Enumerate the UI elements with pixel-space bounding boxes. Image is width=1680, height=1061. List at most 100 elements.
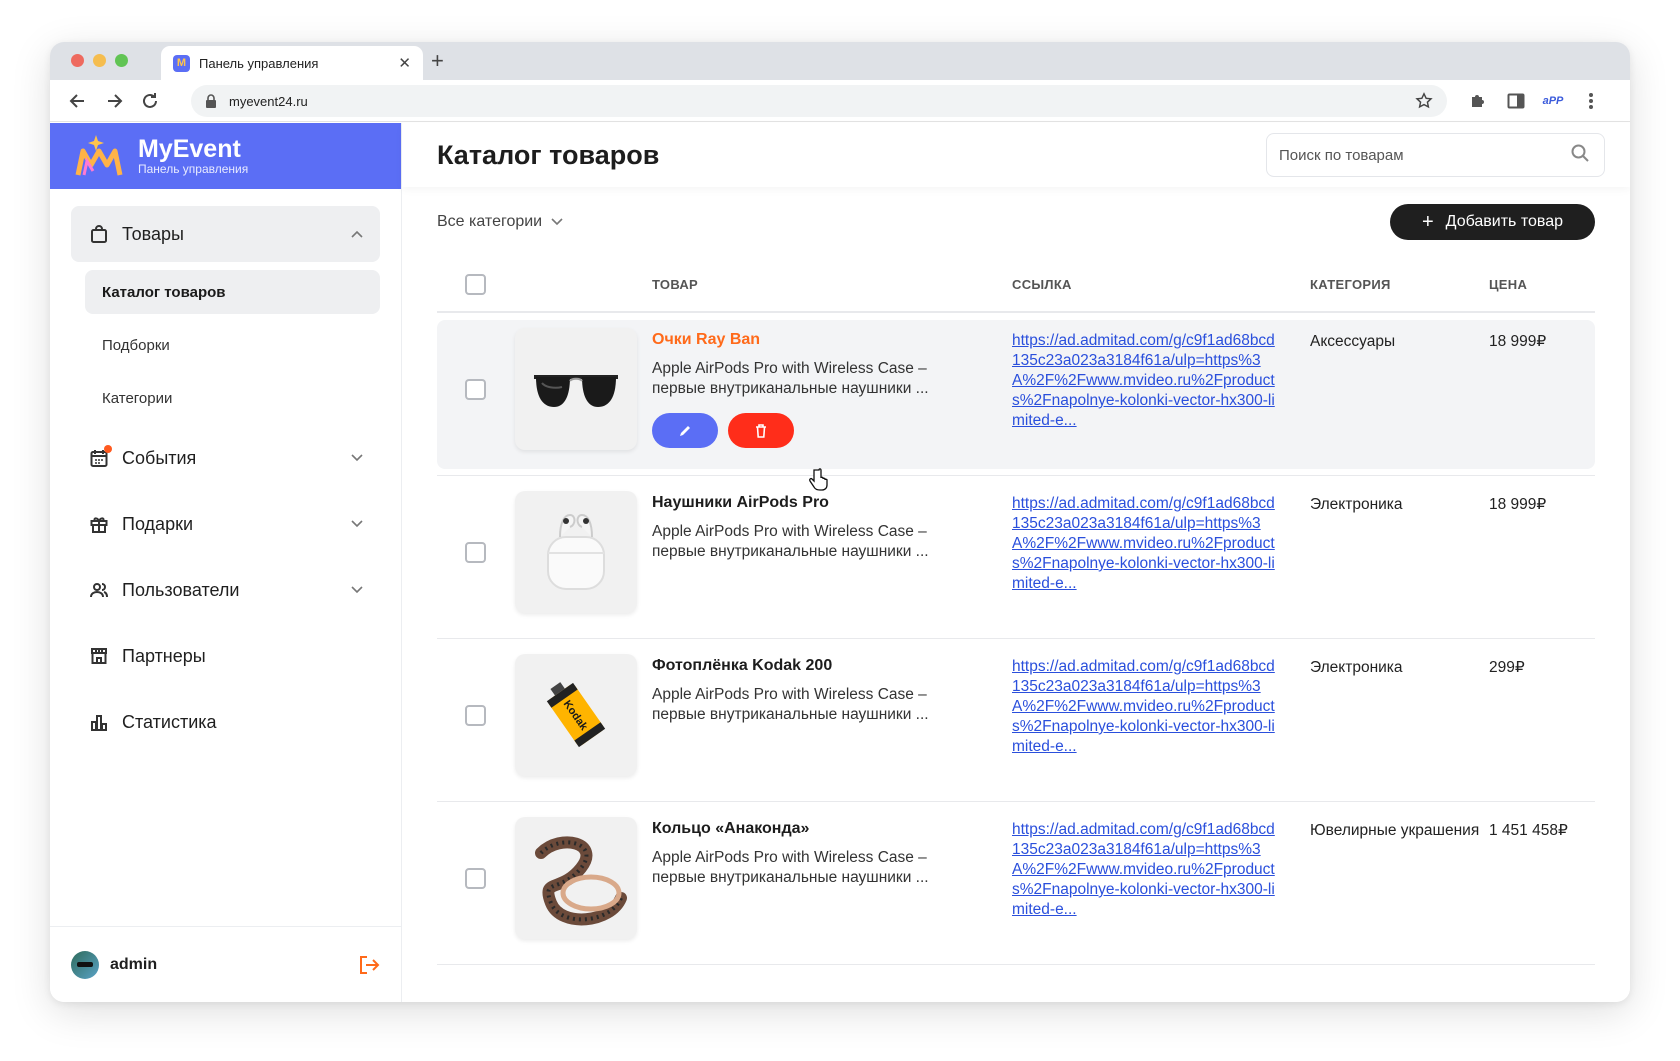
tab-close-icon[interactable]: ✕ [398,54,411,72]
delete-button[interactable] [728,413,794,448]
row-checkbox[interactable] [465,541,486,563]
url-text: myevent24.ru [229,93,308,109]
product-description: Apple AirPods Pro with Wireless Case – п… [652,523,929,560]
edit-button[interactable] [652,413,718,448]
row-actions [652,413,1012,448]
product-name[interactable]: Кольцо «Анаконда» [652,820,1012,838]
sidebar-subitem-categories[interactable]: Категории [85,376,380,420]
search-box[interactable] [1266,133,1605,177]
sidebar-item-events[interactable]: События [71,430,380,486]
product-link[interactable]: https://ad.admitad.com/g/c9f1ad68bcd135c… [1012,331,1282,431]
products-submenu: Каталог товаров Подборки Категории [85,270,380,420]
sidebar-item-users[interactable]: Пользователи [71,562,380,618]
chevron-down-icon[interactable] [350,451,364,465]
users-icon [88,579,110,601]
sidebar-menu: Товары Каталог товаров Подборки Категори… [50,189,401,750]
sidebar-item-gifts[interactable]: Подарки [71,496,380,552]
bookmark-star-icon[interactable] [1415,92,1433,110]
address-bar[interactable]: myevent24.ru [191,85,1447,117]
arrow-right-icon [108,94,123,108]
product-price: 1 451 458₽ [1489,822,1568,839]
gift-icon [88,513,110,535]
product-image-airpods [515,491,637,613]
select-all-checkbox[interactable] [465,273,486,295]
sidebar-subitem-collections[interactable]: Подборки [85,323,380,367]
product-image-kodak-film: Kodak [515,654,637,776]
sidebar-subitem-catalog[interactable]: Каталог товаров [85,270,380,314]
logout-icon[interactable] [358,954,380,976]
hand-cursor-icon [809,468,828,491]
myevent-logo [74,133,124,179]
table-row[interactable]: Kodak Фотоплёнка Kodak 200 Apple AirPods… [437,639,1595,802]
browser-menu-icon[interactable] [1580,90,1602,112]
product-link[interactable]: https://ad.admitad.com/g/c9f1ad68bcd135c… [1012,820,1282,920]
column-header-product[interactable]: ТОВАР [652,277,1012,292]
column-header-price[interactable]: ЦЕНА [1489,277,1595,292]
back-button[interactable] [66,89,90,113]
product-category: Электроника [1310,496,1403,513]
reload-button[interactable] [138,89,162,113]
brand-header[interactable]: MyEvent Панель управления [50,123,401,189]
brand-name: MyEvent [138,135,241,163]
row-checkbox[interactable] [465,378,486,400]
column-header-category[interactable]: КАТЕГОРИЯ [1310,277,1489,292]
search-icon[interactable] [1570,143,1590,168]
chevron-down-icon[interactable] [350,517,364,531]
extensions-puzzle-icon[interactable] [1467,90,1489,112]
search-input[interactable] [1279,146,1570,164]
chevron-down-icon[interactable] [350,583,364,597]
product-price: 299₽ [1489,659,1525,676]
minimize-window-button[interactable] [93,54,106,67]
product-category: Ювелирные украшения [1310,822,1480,839]
user-name: admin [110,955,158,973]
side-panel-icon[interactable] [1505,90,1527,112]
shopping-bag-icon [88,223,110,245]
sidebar: MyEvent Панель управления Товары Каталог… [50,123,402,1002]
product-category: Аксессуары [1310,333,1396,350]
maximize-window-button[interactable] [115,54,128,67]
browser-window: M Панель управления ✕ + myevent24.ru aPP… [50,42,1630,1002]
product-name[interactable]: Фотоплёнка Kodak 200 [652,657,1012,675]
product-link[interactable]: https://ad.admitad.com/g/c9f1ad68bcd135c… [1012,657,1282,757]
lock-icon [205,94,219,108]
plus-icon: + [1421,211,1434,233]
table-row[interactable]: Наушники AirPods Pro Apple AirPods Pro w… [437,476,1595,639]
product-category: Электроника [1310,659,1403,676]
main-content: Каталог товаров Все категории + Добавить… [402,123,1630,1002]
browser-tab[interactable]: M Панель управления ✕ [161,46,423,80]
category-filter-dropdown[interactable]: Все категории [437,213,1390,231]
product-description: Apple AirPods Pro with Wireless Case – п… [652,686,929,723]
row-checkbox[interactable] [465,867,486,889]
close-window-button[interactable] [71,54,84,67]
sidebar-item-label: Подарки [122,513,194,534]
product-image-sunglasses [515,328,637,450]
table-row[interactable]: Кольцо «Анаконда» Apple AirPods Pro with… [437,802,1595,965]
sidebar-footer: admin [50,926,401,1002]
avatar[interactable] [71,950,99,979]
product-price: 18 999₽ [1489,496,1547,513]
chart-icon [88,711,110,733]
product-name[interactable]: Очки Ray Ban [652,331,1012,349]
add-product-label: Добавить товар [1445,213,1563,230]
row-checkbox[interactable] [465,704,486,726]
sidebar-item-products[interactable]: Товары [71,206,380,262]
chevron-up-icon[interactable] [350,227,364,241]
sidebar-item-partners[interactable]: Партнеры [71,628,380,684]
column-header-link[interactable]: ССЫЛКА [1012,277,1310,292]
product-description: Apple AirPods Pro with Wireless Case – п… [652,360,929,397]
reload-icon [143,93,157,108]
sidebar-item-statistics[interactable]: Статистика [71,694,380,750]
favicon-icon: M [173,54,190,72]
sidebar-item-label: Партнеры [122,645,206,666]
store-icon [88,645,110,667]
table-row[interactable]: Очки Ray Ban Apple AirPods Pro with Wire… [437,313,1595,476]
product-name[interactable]: Наушники AirPods Pro [652,494,1012,512]
sidebar-item-label: Пользователи [122,579,240,600]
new-tab-button[interactable]: + [431,48,444,74]
add-product-button[interactable]: + Добавить товар [1389,204,1595,240]
trash-icon [756,423,766,438]
product-link[interactable]: https://ad.admitad.com/g/c9f1ad68bcd135c… [1012,494,1282,594]
app-extension-icon[interactable]: aPP [1542,90,1564,112]
table-header: ТОВАР ССЫЛКА КАТЕГОРИЯ ЦЕНА [437,257,1595,313]
forward-button[interactable] [102,89,126,113]
